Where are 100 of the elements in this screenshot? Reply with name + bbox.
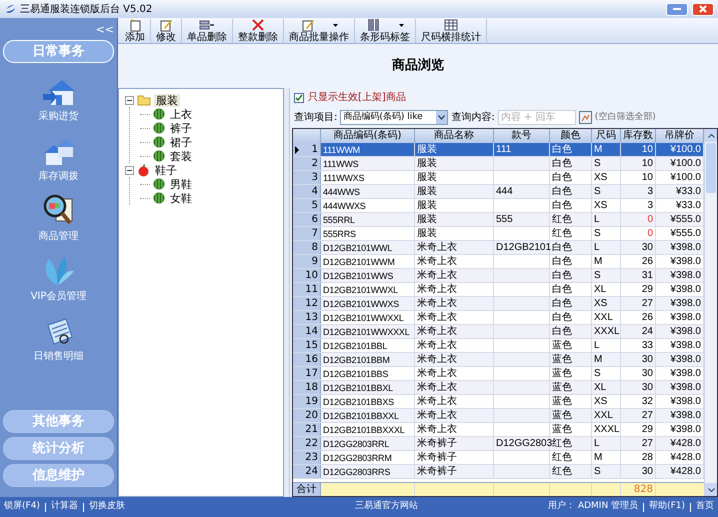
table-cell: 服装 — [415, 171, 494, 184]
table-row[interactable]: 20 D12GB2101BBXXL 米奇上衣 蓝色 XXL 27 ¥398.0 — [293, 409, 704, 423]
table-cell: 红色 — [550, 213, 592, 226]
status-link[interactable]: 计算器 — [50, 500, 78, 514]
table-row[interactable]: 22 D12GG2803RRL 米奇裤子 D12GG2803红色 L 27 ¥428.0 — [293, 437, 704, 451]
table-row[interactable]: 10 D12GB2101WWS 米奇上衣 白色 S 31 ¥398.0 — [293, 269, 704, 283]
row-number: 9 — [293, 255, 321, 268]
collapse-toggle[interactable] — [125, 166, 134, 174]
filter-checkbox[interactable] — [294, 92, 304, 102]
tree-item[interactable]: 服装 — [154, 94, 180, 106]
table-cell: 白色 — [550, 311, 592, 324]
table-row[interactable]: 17 D12GB2101BBS 米奇上衣 蓝色 S 30 ¥398.0 — [293, 367, 704, 381]
scroll-up-icon[interactable] — [708, 134, 714, 138]
table-row[interactable]: 19 D12GB2101BBXS 米奇上衣 蓝色 XS 32 ¥398.0 — [293, 395, 704, 409]
table-cell: 米奇上衣 — [415, 409, 494, 422]
close-button[interactable] — [692, 2, 714, 16]
collapse-toggle[interactable] — [125, 96, 134, 104]
table-cell: M — [592, 451, 621, 464]
row-number: 21 — [293, 423, 321, 436]
table-cell: 444 — [494, 185, 550, 198]
table-row[interactable]: 3 111WWXS 服装 白色 XS 10 ¥100.0 — [293, 171, 704, 185]
table-cell: 服装 — [415, 143, 494, 156]
website-link[interactable]: 三易通官方网站 — [354, 500, 418, 514]
row-number: 13 — [293, 311, 321, 324]
table-cell: D12GB2101BBL — [321, 339, 415, 352]
table-row[interactable]: 18 D12GB2101BBXL 米奇上衣 蓝色 XL 30 ¥398.0 — [293, 381, 704, 395]
table-row[interactable]: 23 D12GG2803RRM 米奇裤子 红色 M 28 ¥428.0 — [293, 451, 704, 465]
table-cell: 服装 — [415, 227, 494, 240]
table-row[interactable]: 7 555RRS 服装 红色 S 0 ¥555.0 — [293, 227, 704, 241]
tree-item[interactable]: 男鞋 — [168, 178, 194, 190]
tree-item[interactable]: 鞋子 — [153, 164, 179, 176]
tree-item[interactable]: 裤子 — [168, 122, 194, 134]
table-row[interactable]: 4 444WWS 服装 444 白色 S 3 ¥33.0 — [293, 185, 704, 199]
table-cell: M — [592, 255, 621, 268]
table-cell: D12GB2101WWM — [321, 255, 415, 268]
query-field-select[interactable]: 商品编码(条码) like — [340, 110, 448, 125]
window-title: 三易通服装连锁版后台 V5.02 — [20, 2, 152, 16]
table-cell: 28 — [621, 451, 656, 464]
table-cell: 111WWS — [321, 157, 415, 170]
table-cell: D12GB2101WWL — [321, 241, 415, 254]
row-number: 4 — [293, 185, 321, 198]
status-link[interactable]: 切换皮肤 — [88, 500, 125, 514]
table-cell: 33 — [621, 339, 656, 352]
table-cell: 蓝色 — [550, 353, 592, 366]
toolbar-button[interactable]: 单品删除 — [182, 19, 233, 43]
status-link[interactable]: 锁屏(F4) — [4, 500, 40, 514]
tree-item[interactable]: 套装 — [168, 150, 194, 162]
table-row[interactable]: 24 D12GG2803RRS 米奇裤子 红色 S 30 ¥428.0 — [293, 465, 704, 479]
edit-icon — [300, 18, 314, 32]
tree-item[interactable]: 上衣 — [168, 108, 194, 120]
table-cell: L — [592, 437, 621, 450]
scrollbar-thumb[interactable] — [706, 143, 716, 193]
table-row[interactable]: 8 D12GB2101WWL 米奇上衣 D12GB2101白色 L 30 ¥398.0 — [293, 241, 704, 255]
status-link[interactable]: 帮助(F1) — [649, 500, 685, 514]
table-cell: 米奇上衣 — [415, 367, 494, 380]
table-cell: 31 — [621, 269, 656, 282]
table-cell: L — [592, 213, 621, 226]
search-button[interactable] — [578, 111, 592, 124]
table-cell: 白色 — [550, 269, 592, 282]
row-number: 16 — [293, 353, 321, 366]
table-row[interactable]: 2 111WWS 服装 白色 S 10 ¥100.0 — [293, 157, 704, 171]
table-cell: 24 — [621, 325, 656, 338]
table-cell: XL — [592, 283, 621, 296]
table-row[interactable]: 12 D12GB2101WWXS 米奇上衣 白色 XS 27 ¥398.0 — [293, 297, 704, 311]
table-cell: S — [592, 227, 621, 240]
tree-item[interactable]: 女鞋 — [168, 192, 194, 204]
page-title: 商品浏览 — [392, 56, 444, 76]
table-cell: 白色 — [550, 241, 592, 254]
table-cell: 3 — [621, 185, 656, 198]
table-cell: D12GB2101BBXS — [321, 395, 415, 408]
toolbar-button[interactable]: 条形码标签 — [355, 19, 416, 43]
table-cell: 白色 — [550, 297, 592, 310]
table-row[interactable]: 21 D12GB2101BBXXXL 米奇上衣 蓝色 XXXL 29 ¥398.0 — [293, 423, 704, 437]
table-row[interactable]: 9 D12GB2101WWM 米奇上衣 白色 M 26 ¥398.0 — [293, 255, 704, 269]
toolbar-button[interactable]: 添加 — [120, 19, 151, 43]
table-row[interactable]: 11 D12GB2101WWXL 米奇上衣 白色 XL 29 ¥398.0 — [293, 283, 704, 297]
status-link[interactable]: 首页 — [696, 500, 714, 514]
table-cell: 米奇上衣 — [415, 297, 494, 310]
table-row[interactable]: 1 111WWM 服装 111 白色 M 10 ¥100.0 — [293, 143, 704, 157]
table-row[interactable]: 14 D12GB2101WWXXXL 米奇上衣 白色 XXXL 24 ¥398.0 — [293, 325, 704, 339]
query-content-field[interactable]: 内容 + 回车 — [498, 110, 576, 125]
tree-item[interactable]: 裙子 — [168, 136, 194, 148]
row-number: 1 — [293, 143, 321, 156]
scrollbar[interactable] — [704, 129, 717, 496]
table-row[interactable]: 15 D12GB2101BBL 米奇上衣 蓝色 L 33 ¥398.0 — [293, 339, 704, 353]
table-row[interactable]: 16 D12GB2101BBM 米奇上衣 蓝色 M 30 ¥398.0 — [293, 353, 704, 367]
toolbar-button[interactable]: 尺码横排统计 — [416, 19, 487, 43]
scroll-down-icon[interactable] — [708, 488, 714, 492]
row-number: 17 — [293, 367, 321, 380]
table-cell: 米奇上衣 — [415, 423, 494, 436]
toolbar-button[interactable]: 商品批量操作 — [284, 19, 355, 43]
toolbar-button[interactable]: 整款删除 — [233, 19, 284, 43]
grid-icon — [444, 18, 458, 32]
table-cell: 30 — [621, 241, 656, 254]
table-row[interactable]: 6 555RRL 服装 555 红色 L 0 ¥555.0 — [293, 213, 704, 227]
table-row[interactable]: 13 D12GB2101WWXXL 米奇上衣 白色 XXL 26 ¥398.0 — [293, 311, 704, 325]
table-row[interactable]: 5 444WWXS 服装 白色 XS 3 ¥33.0 — [293, 199, 704, 213]
toolbar-button[interactable]: 修改 — [151, 19, 182, 43]
minimize-button[interactable] — [666, 2, 688, 16]
row-number: 3 — [293, 171, 321, 184]
